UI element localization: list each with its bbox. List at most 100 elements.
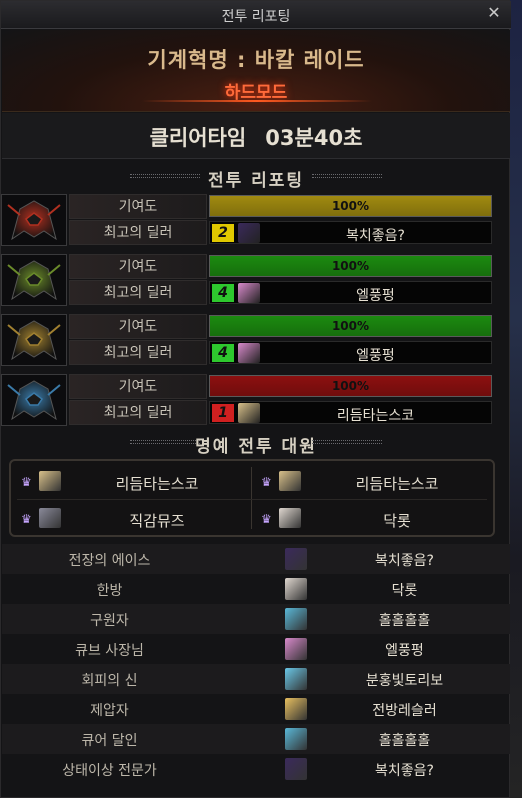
award-title: 회피의 신 [81,673,138,689]
raid-name: 기계혁명 : 바칼 레이드 [147,48,365,72]
best-dealer-row: 최고의 딜러 1 리듬타는스코 [69,400,493,425]
dealer-avatar [238,403,260,423]
player-row: 기여도 100% 최고의 딜러 4 엘풍펑 [1,254,495,308]
award-avatar [285,548,307,570]
award-player-name: 닥롯 [391,583,418,599]
dealer-name: 복치좋음? [346,228,405,244]
award-avatar [285,578,307,600]
battle-report-window: 전투 리포팅 ✕ 기계혁명 : 바칼 레이드 하드모드 클리어타임 03분40초… [0,0,511,798]
award-row: 회피의 신 분홍빛토리보 [2,664,510,694]
contribution-label: 기여도 [69,194,207,219]
contribution-bar: 100% [209,255,492,277]
award-player-name: 복치좋음? [375,763,434,779]
award-player-name: 분홍빛토리보 [365,673,444,689]
clear-time-value: 03분40초 [265,126,363,150]
best-dealer-label: 최고의 딜러 [69,280,207,305]
contribution-label: 기여도 [69,374,207,399]
award-avatar [285,638,307,660]
mvp-avatar [279,508,301,528]
mvp-member: ♛ 닥롯 [257,503,487,533]
dealer-rank-badge: 2 [212,224,234,242]
award-player-name: 홀홀홀홀 [378,733,431,749]
contribution-percent: 100% [331,199,370,213]
best-dealer-row: 최고의 딜러 2 복치좋음? [69,220,493,245]
dealer-name: 리듬타는스코 [336,408,415,424]
green-horn-helm-icon [1,254,67,306]
window-titlebar[interactable]: 전투 리포팅 ✕ [1,1,511,29]
award-row: 한방 닥롯 [2,574,510,604]
mvp-divider-horizontal [17,499,487,500]
award-player-name: 전방레슬러 [372,703,437,719]
player-row: 기여도 100% 최고의 딜러 4 엘풍펑 [1,314,495,368]
award-avatar [285,758,307,780]
ornament-left [130,440,200,444]
raid-header: 기계혁명 : 바칼 레이드 하드모드 [2,30,510,112]
mvp-avatar [39,471,61,491]
best-dealer-label: 최고의 딜러 [69,400,207,425]
dealer-name: 엘풍펑 [356,348,395,364]
contribution-percent: 100% [331,259,370,273]
award-avatar [285,698,307,720]
best-dealer-row: 최고의 딜러 4 엘풍펑 [69,340,493,365]
mvp-avatar [279,471,301,491]
crown-icon: ♛ [261,475,272,489]
crown-icon: ♛ [21,475,32,489]
award-row: 전장의 에이스 복치좋음? [2,544,510,574]
best-dealer-label: 최고의 딜러 [69,340,207,365]
award-row: 큐브 사장님 엘풍펑 [2,634,510,664]
best-dealer-cell: 4 엘풍펑 [209,281,492,304]
best-dealer-row: 최고의 딜러 4 엘풍펑 [69,280,493,305]
mvp-section-header: 명예 전투 대원 [2,429,510,457]
award-avatar [285,668,307,690]
award-title: 전장의 에이스 [68,553,151,569]
player-row: 기여도 100% 최고의 딜러 1 리듬타는스코 [1,374,495,428]
mvp-member: ♛ 직감뮤즈 [17,503,247,533]
crown-icon: ♛ [261,512,272,526]
mvp-avatar [39,508,61,528]
dealer-avatar [238,343,260,363]
award-row: 제압자 전방레슬러 [2,694,510,724]
mvp-name: 리듬타는스코 [115,475,199,493]
award-player-name: 복치좋음? [375,553,434,569]
gold-horn-helm-icon [1,314,67,366]
ornament-right [312,440,382,444]
background-game-scene [510,0,522,798]
contribution-bar: 100% [209,375,492,397]
ornament-right [312,174,382,178]
mvp-member: ♛ 리듬타는스코 [257,466,487,496]
clear-time-label: 클리어타임 [149,126,247,150]
contribution-percent: 100% [331,319,370,333]
award-title: 상태이상 전문가 [62,763,157,779]
dealer-rank-badge: 1 [212,404,234,422]
dealer-rank-badge: 4 [212,344,234,362]
award-row: 상태이상 전문가 복치좋음? [2,754,510,784]
award-title: 큐어 달인 [81,733,138,749]
best-dealer-cell: 4 엘풍펑 [209,341,492,364]
award-title: 구원자 [90,613,129,629]
dealer-avatar [238,283,260,303]
award-row: 큐어 달인 홀홀홀홀 [2,724,510,754]
award-title: 제압자 [90,703,129,719]
contribution-label: 기여도 [69,314,207,339]
contribution-label: 기여도 [69,254,207,279]
contribution-row: 기여도 100% [69,314,493,339]
red-flame-helm-icon [1,194,67,246]
dealer-name: 엘풍펑 [356,288,395,304]
contribution-bar: 100% [209,315,492,337]
award-avatar [285,608,307,630]
header-glow-line [142,100,372,102]
mvp-member: ♛ 리듬타는스코 [17,466,247,496]
mvp-name: 리듬타는스코 [355,475,439,493]
contribution-row: 기여도 100% [69,374,493,399]
report-section-header: 전투 리포팅 [2,163,510,191]
best-dealer-cell: 1 리듬타는스코 [209,401,492,424]
best-dealer-cell: 2 복치좋음? [209,221,492,244]
dealer-avatar [238,223,260,243]
close-icon[interactable]: ✕ [485,4,503,22]
award-title: 큐브 사장님 [75,643,144,659]
contribution-bar: 100% [209,195,492,217]
mvp-name: 직감뮤즈 [129,512,185,530]
mvp-name: 닥롯 [383,512,411,530]
contribution-percent: 100% [331,379,370,393]
mvp-section-title: 명예 전투 대원 [195,437,317,457]
